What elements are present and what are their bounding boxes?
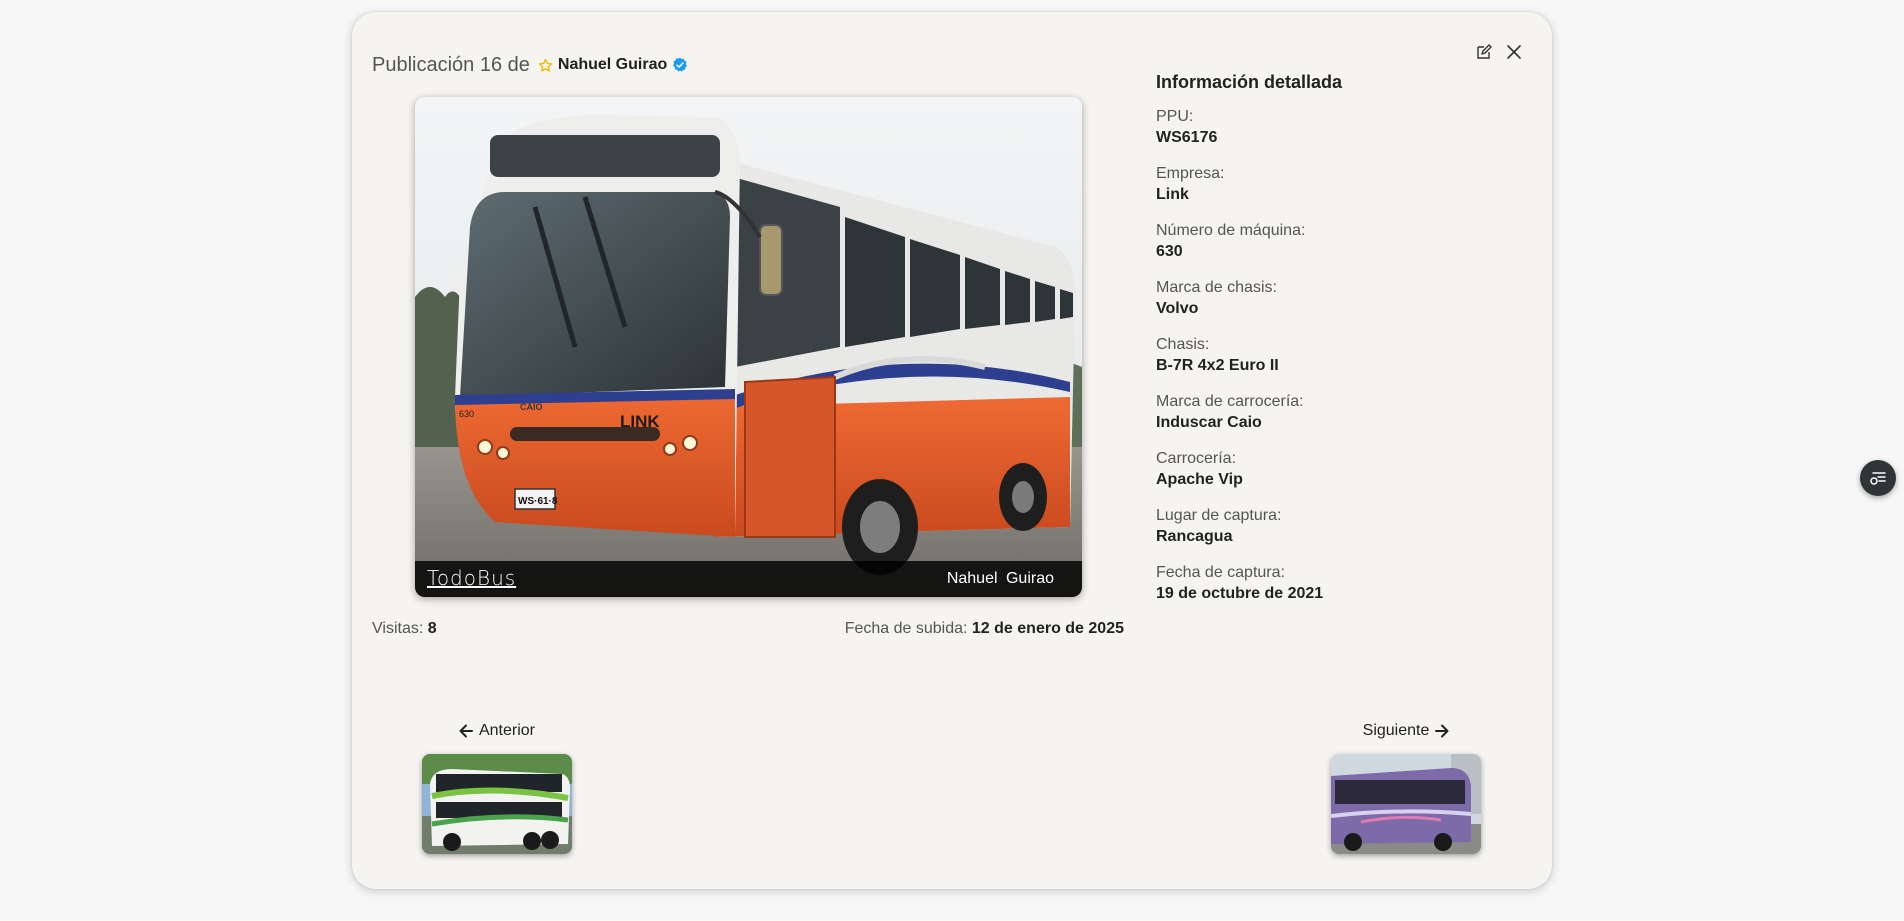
author-name: Nahuel Guirao <box>557 56 668 73</box>
upload-date-label: Fecha de subida: <box>844 620 968 637</box>
detailed-info-panel: Información detallada PPU: WS6176 Empres… <box>1156 72 1526 620</box>
info-field-empresa: Empresa: Link <box>1156 164 1526 206</box>
info-value: WS6176 <box>1156 129 1218 146</box>
close-icon <box>1507 45 1521 59</box>
info-label: Marca de chasis: <box>1156 279 1277 296</box>
previous-label-row[interactable]: Anterior <box>422 720 572 742</box>
watermark-author: Nahuel Guirao <box>946 570 1054 587</box>
publication-photo[interactable]: LINK CAIO 630 WS·61·8 TodoBus Nahuel Gui… <box>415 97 1082 597</box>
next-publication-link[interactable]: Siguiente <box>1331 720 1481 854</box>
info-value[interactable]: Apache Vip <box>1156 469 1526 491</box>
previous-thumbnail[interactable] <box>422 754 572 854</box>
bus-plate-text: WS·61·8 <box>518 496 558 507</box>
bus-photo-illustration: LINK CAIO 630 WS·61·8 <box>415 97 1082 597</box>
info-field-numero-maquina: Número de máquina: 630 <box>1156 221 1526 263</box>
detailed-info-heading: Información detallada <box>1156 72 1343 92</box>
info-label: Carrocería: <box>1156 450 1237 467</box>
next-label-row[interactable]: Siguiente <box>1331 720 1481 742</box>
info-field-carroceria: Carrocería: Apache Vip <box>1156 449 1526 491</box>
filter-options-button[interactable] <box>1860 460 1896 496</box>
previous-publication-link[interactable]: Anterior <box>422 720 572 854</box>
info-field-chasis: Chasis: B-7R 4x2 Euro II <box>1156 335 1526 377</box>
filter-list-icon <box>1870 472 1886 485</box>
info-field-lugar-captura: Lugar de captura: Rancagua <box>1156 506 1526 548</box>
visits-value: 8 <box>427 620 437 637</box>
info-field-fecha-captura: Fecha de captura: 19 de octubre de 2021 <box>1156 563 1526 605</box>
info-value[interactable]: Induscar Caio <box>1156 412 1526 434</box>
info-value[interactable]: Link <box>1156 184 1526 206</box>
author-link[interactable]: Nahuel Guirao <box>538 56 688 74</box>
close-button[interactable] <box>1502 40 1526 64</box>
info-value: 630 <box>1156 243 1183 260</box>
previous-thumbnail-image <box>422 754 572 854</box>
publication-modal: Publicación 16 de Nahuel Guirao LINK CAI… <box>352 12 1552 889</box>
arrow-left-icon <box>459 724 473 738</box>
info-value: Rancagua <box>1156 528 1233 545</box>
bus-body-badge: CAIO <box>520 402 543 412</box>
next-thumbnail-image <box>1331 754 1481 854</box>
previous-label: Anterior <box>478 722 536 739</box>
upload-date-value: 12 de enero de 2025 <box>971 620 1124 637</box>
info-value: 19 de octubre de 2021 <box>1156 585 1324 602</box>
info-label: Marca de carrocería: <box>1156 393 1304 410</box>
info-label: Empresa: <box>1156 165 1225 182</box>
arrow-right-icon <box>1435 724 1449 738</box>
bus-logo-text: LINK <box>620 412 660 431</box>
next-thumbnail[interactable] <box>1331 754 1481 854</box>
visits-stat: Visitas: 8 <box>372 620 437 638</box>
edit-button[interactable] <box>1472 40 1496 64</box>
publication-title-text: Publicación 16 de <box>372 53 530 76</box>
info-field-marca-carroceria: Marca de carrocería: Induscar Caio <box>1156 392 1526 434</box>
watermark-brand: TodoBus <box>427 566 517 590</box>
info-label: Fecha de captura: <box>1156 564 1285 581</box>
info-value[interactable]: Volvo <box>1156 298 1526 320</box>
next-label: Siguiente <box>1362 722 1430 739</box>
info-field-marca-chasis: Marca de chasis: Volvo <box>1156 278 1526 320</box>
info-label: PPU: <box>1156 108 1194 125</box>
publication-stats: Visitas: 8 Fecha de subida: 12 de enero … <box>372 620 1124 638</box>
info-label: Lugar de captura: <box>1156 507 1282 524</box>
info-value[interactable]: B-7R 4x2 Euro II <box>1156 355 1526 377</box>
edit-icon <box>1477 44 1492 59</box>
info-field-ppu: PPU: WS6176 <box>1156 107 1526 149</box>
publication-title: Publicación 16 de Nahuel Guirao <box>372 52 688 78</box>
star-icon <box>538 58 553 72</box>
photo-watermark-bar: TodoBus Nahuel Guirao <box>415 561 1082 597</box>
verified-badge-icon <box>673 57 688 72</box>
upload-date-stat: Fecha de subida: 12 de enero de 2025 <box>845 620 1124 638</box>
bus-fleet-number: 630 <box>459 409 474 419</box>
info-label: Chasis: <box>1156 336 1210 353</box>
visits-label: Visitas: <box>372 620 424 637</box>
info-label: Número de máquina: <box>1156 222 1306 239</box>
